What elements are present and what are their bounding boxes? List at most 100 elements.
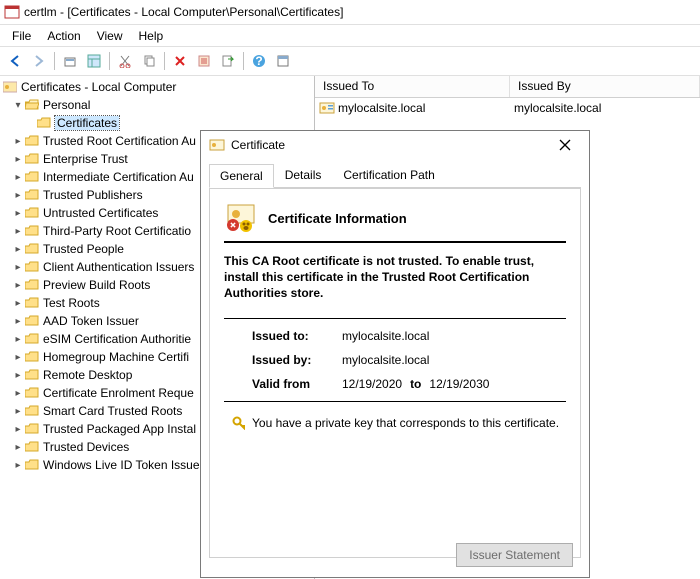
up-button[interactable] — [59, 50, 81, 72]
issued-to-label: Issued to: — [252, 329, 342, 343]
menu-help[interactable]: Help — [131, 27, 172, 45]
dialog-title: Certificate — [231, 138, 285, 152]
list-row[interactable]: mylocalsite.local mylocalsite.local — [315, 98, 700, 118]
expand-icon[interactable]: ▸ — [12, 226, 24, 237]
folder-icon — [24, 188, 40, 202]
folder-icon — [24, 404, 40, 418]
issued-by-value: mylocalsite.local — [342, 353, 429, 367]
cert-item-icon — [319, 101, 335, 115]
expand-icon[interactable]: ▸ — [12, 352, 24, 363]
tree-label: Trusted Packaged App Instal — [43, 422, 196, 436]
expand-icon[interactable]: ▸ — [12, 334, 24, 345]
valid-from-value: 12/19/2020 — [342, 377, 402, 391]
issued-to-value: mylocalsite.local — [342, 329, 429, 343]
expand-icon[interactable]: ▸ — [12, 460, 24, 471]
folder-icon — [24, 134, 40, 148]
divider — [224, 318, 566, 319]
folder-icon — [24, 296, 40, 310]
collapse-icon[interactable]: ▾ — [12, 100, 24, 111]
expand-icon[interactable]: ▸ — [12, 154, 24, 165]
col-issued-to[interactable]: Issued To — [315, 76, 510, 97]
tree-label: Certificates - Local Computer — [21, 80, 176, 94]
menu-file[interactable]: File — [4, 27, 39, 45]
delete-button[interactable] — [169, 50, 191, 72]
tree-label: Homegroup Machine Certifi — [43, 350, 189, 364]
expand-icon[interactable]: ▸ — [12, 244, 24, 255]
newwindow-button[interactable] — [272, 50, 294, 72]
tree-label: Client Authentication Issuers — [43, 260, 194, 274]
export-button[interactable] — [217, 50, 239, 72]
folder-icon — [24, 458, 40, 472]
issued-by-label: Issued by: — [252, 353, 342, 367]
app-icon — [4, 4, 20, 20]
close-icon — [559, 139, 571, 151]
tree-label: eSIM Certification Authoritie — [43, 332, 191, 346]
tab-details[interactable]: Details — [274, 163, 333, 187]
dialog-tabs: General Details Certification Path — [209, 163, 581, 188]
tab-pane-general: Certificate Information This CA Root cer… — [209, 188, 581, 558]
valid-from-label: Valid from — [252, 377, 342, 391]
tree-label: Smart Card Trusted Roots — [43, 404, 182, 418]
tree-label: Third-Party Root Certificatio — [43, 224, 191, 238]
key-icon — [232, 416, 246, 430]
tree-label: Trusted Devices — [43, 440, 129, 454]
tree-label: Enterprise Trust — [43, 152, 128, 166]
folder-icon — [24, 278, 40, 292]
properties-button[interactable] — [193, 50, 215, 72]
showhide-tree-button[interactable] — [83, 50, 105, 72]
validity-row: Valid from 12/19/2020 to 12/19/2030 — [252, 377, 566, 391]
valid-to-value: 12/19/2030 — [429, 377, 489, 391]
folder-icon — [24, 314, 40, 328]
issuer-statement-button[interactable]: Issuer Statement — [456, 543, 573, 567]
expand-icon[interactable]: ▸ — [12, 406, 24, 417]
tab-general[interactable]: General — [209, 164, 274, 188]
window-title: certlm - [Certificates - Local Computer\… — [24, 5, 343, 19]
folder-icon — [24, 260, 40, 274]
valid-to-label: to — [410, 377, 421, 391]
expand-icon[interactable]: ▸ — [12, 298, 24, 309]
folder-icon — [36, 116, 52, 130]
expand-icon[interactable]: ▸ — [12, 388, 24, 399]
folder-open-icon — [24, 98, 40, 112]
forward-button[interactable] — [28, 50, 50, 72]
expand-icon[interactable]: ▸ — [12, 424, 24, 435]
back-button[interactable] — [4, 50, 26, 72]
list-header: Issued To Issued By — [315, 76, 700, 98]
cell-issued-to: mylocalsite.local — [338, 101, 425, 115]
tree-label: Trusted People — [43, 242, 124, 256]
help-button[interactable]: ? — [248, 50, 270, 72]
tree-label: Remote Desktop — [43, 368, 132, 382]
expand-icon[interactable]: ▸ — [12, 442, 24, 453]
expand-icon[interactable]: ▸ — [12, 136, 24, 147]
tree-label: AAD Token Issuer — [43, 314, 139, 328]
separator — [109, 52, 110, 70]
cert-icon — [2, 80, 18, 94]
expand-icon[interactable]: ▸ — [12, 280, 24, 291]
tree-label: Preview Build Roots — [43, 278, 150, 292]
col-issued-by[interactable]: Issued By — [510, 76, 700, 97]
tree-label: Intermediate Certification Au — [43, 170, 194, 184]
expand-icon[interactable]: ▸ — [12, 190, 24, 201]
tree-root[interactable]: Certificates - Local Computer — [0, 78, 314, 96]
tree-personal[interactable]: ▾ Personal — [0, 96, 314, 114]
issued-by-row: Issued by: mylocalsite.local — [252, 353, 566, 367]
expand-icon[interactable]: ▸ — [12, 208, 24, 219]
cert-icon — [209, 138, 225, 152]
close-button[interactable] — [545, 132, 585, 158]
expand-icon[interactable]: ▸ — [12, 370, 24, 381]
expand-icon[interactable]: ▸ — [12, 262, 24, 273]
folder-icon — [24, 440, 40, 454]
expand-icon[interactable]: ▸ — [12, 316, 24, 327]
menu-view[interactable]: View — [89, 27, 131, 45]
menu-action[interactable]: Action — [39, 27, 88, 45]
cert-warning-text: This CA Root certificate is not trusted.… — [224, 253, 566, 302]
tab-cert-path[interactable]: Certification Path — [332, 163, 445, 187]
folder-icon — [24, 332, 40, 346]
folder-icon — [24, 152, 40, 166]
cut-button[interactable] — [114, 50, 136, 72]
copy-button[interactable] — [138, 50, 160, 72]
expand-icon[interactable]: ▸ — [12, 172, 24, 183]
toolbar: ? — [0, 46, 700, 76]
title-bar: certlm - [Certificates - Local Computer\… — [0, 0, 700, 24]
folder-icon — [24, 170, 40, 184]
